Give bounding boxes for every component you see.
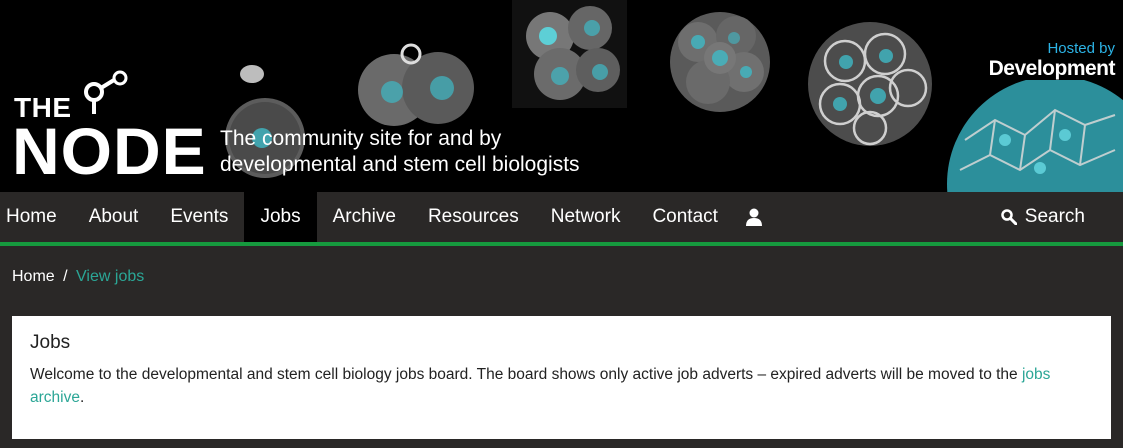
nav-item-jobs[interactable]: Jobs [244,192,317,242]
nav-item-contact[interactable]: Contact [636,192,733,242]
page-title: Jobs [30,332,71,353]
embryo-4cell-image [512,0,627,108]
user-icon [745,208,762,226]
site-tagline: The community site for and by developmen… [220,126,580,178]
hosted-by-link[interactable]: Hosted by Development [988,40,1116,81]
nav-item-about[interactable]: About [73,192,155,242]
nav-item-network[interactable]: Network [535,192,637,242]
search-label: Search [1024,206,1085,227]
jobs-intro-body: Welcome to the developmental and stem ce… [30,366,1018,383]
breadcrumb-current[interactable]: View jobs [76,268,144,285]
site-banner: THE NODE The community site for and by d… [0,0,1123,192]
tagline-line-2: developmental and stem cell biologists [220,153,580,176]
nav-item-home[interactable]: Home [0,192,73,242]
tagline-line-1: The community site for and by [220,127,502,150]
embryo-2cell-image [358,43,474,126]
nav-item-archive[interactable]: Archive [317,192,412,242]
host-journal-name: Development [988,57,1116,80]
user-account-button[interactable] [734,192,774,242]
hosted-by-label: Hosted by [1047,40,1115,57]
site-logo[interactable]: THE NODE [12,70,212,184]
embryo-morula-image [808,22,932,146]
molecule-icon [84,70,128,114]
breadcrumb: Home / View jobs [12,268,144,286]
embryo-blastocyst-image [947,80,1123,192]
search-button[interactable]: Search [1001,192,1085,242]
nav-item-resources[interactable]: Resources [412,192,535,242]
logo-node-text: NODE [12,114,207,188]
search-icon [1001,209,1017,225]
embryo-8cell-image [670,12,770,112]
breadcrumb-separator: / [63,268,68,285]
main-nav: Home About Events Jobs Archive Resources… [0,192,1123,246]
jobs-intro-panel: Jobs Welcome to the developmental and st… [12,316,1111,439]
breadcrumb-home[interactable]: Home [12,268,55,285]
jobs-intro-text: Welcome to the developmental and stem ce… [30,363,1093,409]
intro-period: . [79,389,85,406]
nav-item-events[interactable]: Events [154,192,244,242]
